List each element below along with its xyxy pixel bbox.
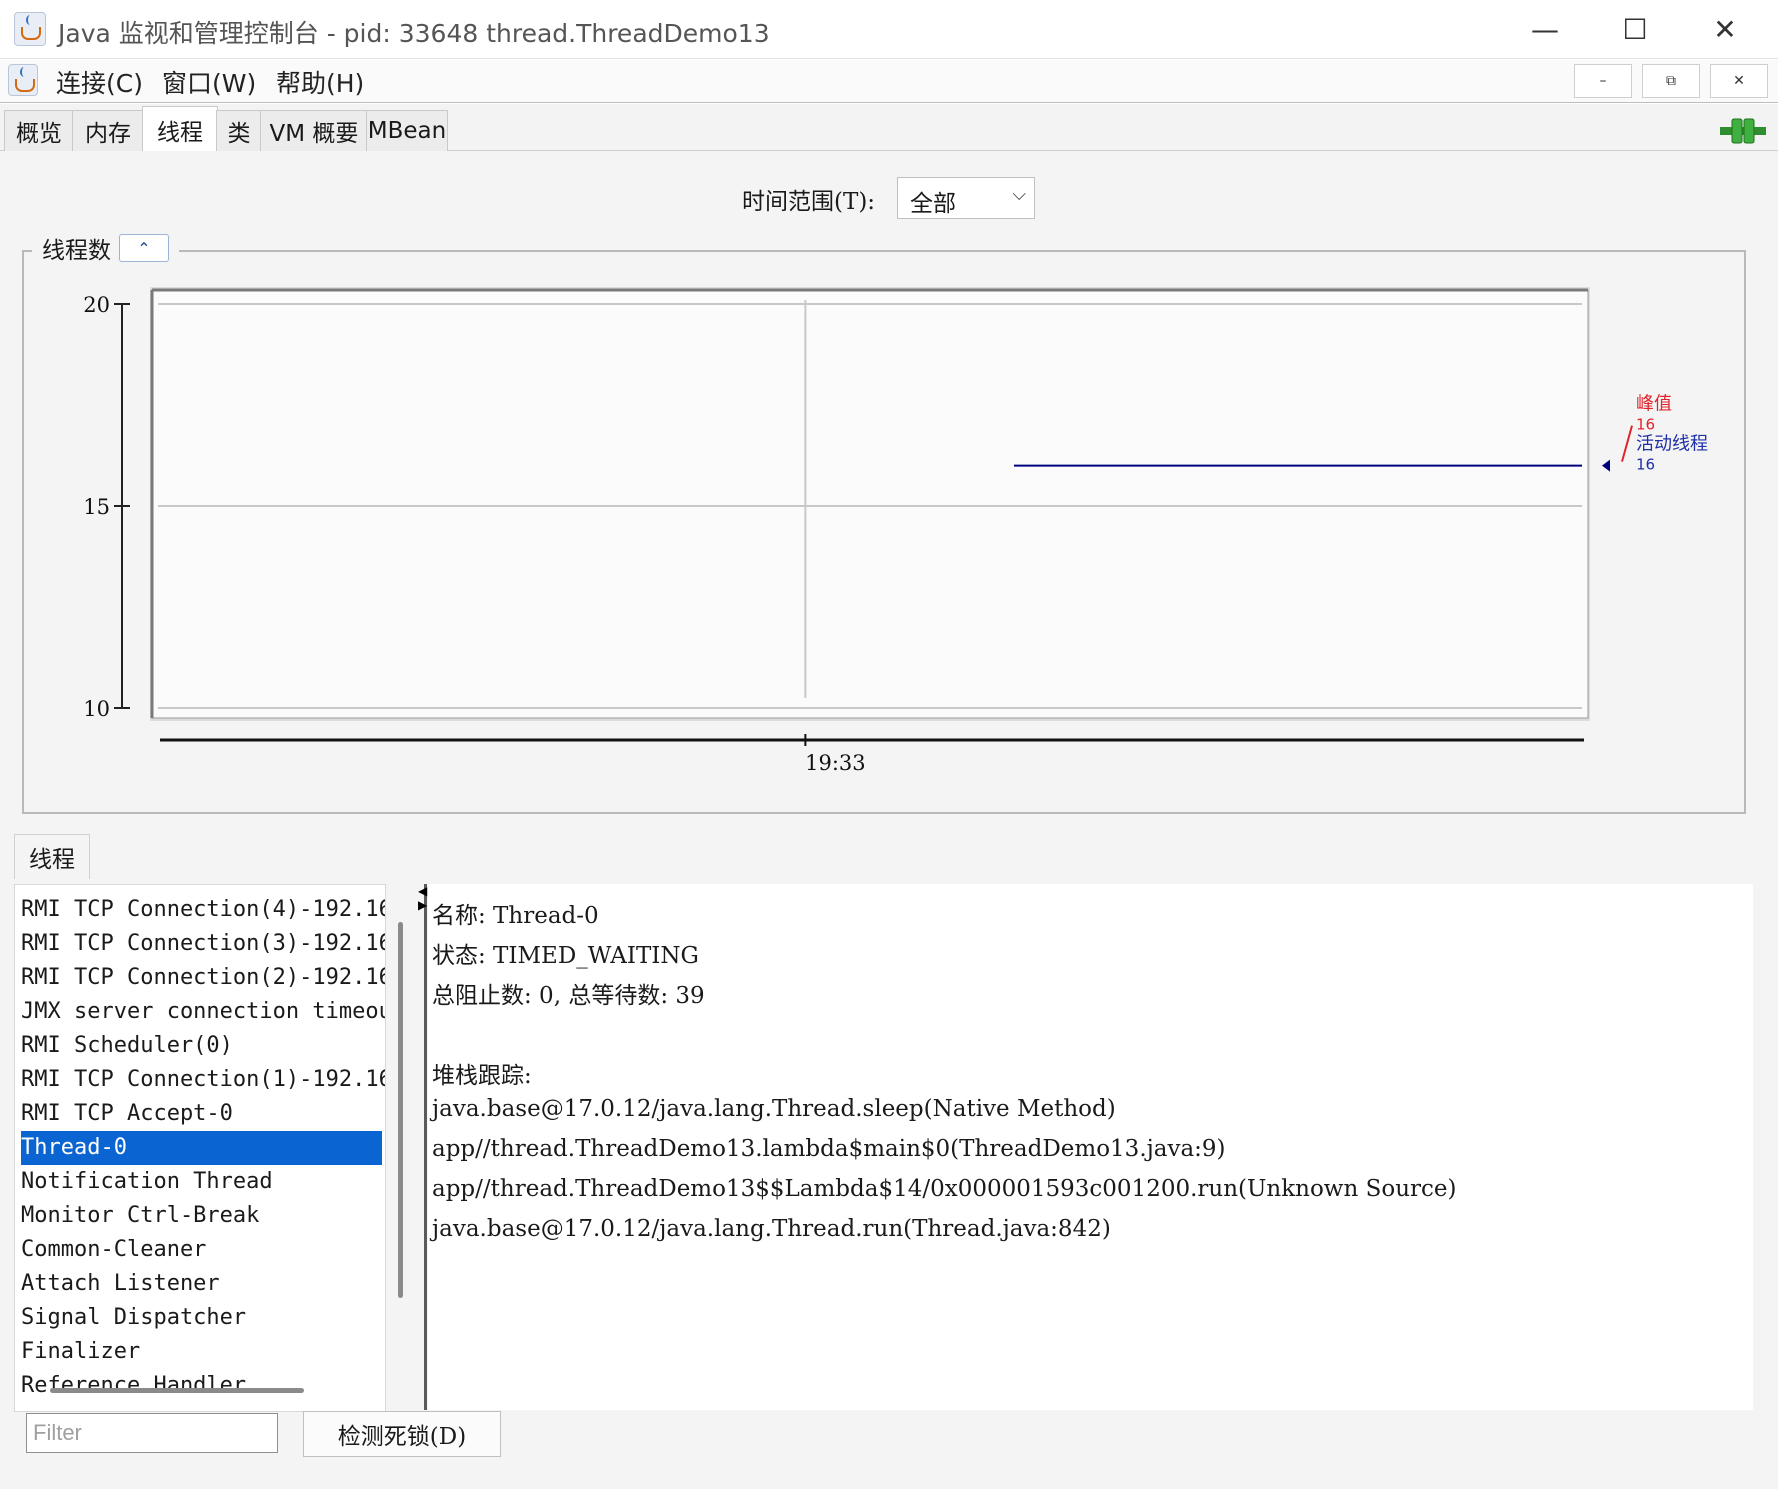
detect-deadlock-button[interactable]: 检测死锁(D) [303,1411,501,1457]
legend-active-label: 活动线程 [1636,434,1708,455]
thread-list-item[interactable]: Notification Thread [21,1165,381,1199]
divider-arrows-icon[interactable]: ◀ ▶ [418,884,427,912]
thread-list-item[interactable]: RMI TCP Connection(4)-192.168. [21,893,385,927]
tab-overview[interactable]: 概览 [4,110,74,151]
window-maximize-button[interactable]: ☐ [1600,0,1670,58]
mdi-restore-button[interactable]: ⧉ [1642,64,1700,98]
time-range-value: 全部 [910,191,956,217]
peak-marker [1621,425,1633,462]
chart-title: 线程数 [42,238,111,264]
thread-list-horizontal-scrollbar[interactable] [50,1388,304,1393]
java-menu-icon[interactable] [8,64,38,96]
stack-trace-title: 堆栈跟踪: [432,1063,532,1089]
thread-list-item[interactable]: Attach Listener [21,1267,381,1301]
thread-list-item[interactable]: Thread-0 [21,1131,382,1165]
time-range-label: 时间范围(T): [742,189,876,215]
stack-frame: app//thread.ThreadDemo13$$Lambda$14/0x00… [432,1176,1457,1202]
tab-threads[interactable]: 线程 [142,106,218,152]
tab-mbean[interactable]: MBean [366,110,448,151]
menu-help[interactable]: 帮助(H) [276,64,364,100]
y-tick-label: 20 [83,293,110,317]
thread-list-item[interactable]: Signal Dispatcher [21,1301,381,1335]
tab-classes[interactable]: 类 [216,110,262,151]
time-range-select[interactable]: 全部 ⌵ [897,177,1035,219]
thread-count-panel-header: 线程数 ⌃ [32,231,179,265]
stack-frame: java.base@17.0.12/java.lang.Thread.sleep… [432,1096,1116,1122]
menu-bar [0,60,1778,103]
tab-vm-summary[interactable]: VM 概要 [260,110,368,151]
menu-connect[interactable]: 连接(C) [56,64,143,100]
chevron-down-icon: ⌵ [1012,184,1026,205]
window-title: Java 监视和管理控制台 - pid: 33648 thread.Thread… [58,19,770,48]
thread-counts: 总阻止数: 0, 总等待数: 39 [432,983,705,1009]
thread-count-chart: 10152019:33峰值16活动线程16 [83,287,1708,775]
thread-list-item[interactable]: RMI TCP Accept-0 [21,1097,381,1131]
mdi-close-button[interactable]: ✕ [1710,64,1768,98]
thread-list-item[interactable]: RMI TCP Connection(3)-192.168. [21,927,385,961]
tab-memory[interactable]: 内存 [72,110,144,151]
collapse-chevron-icon[interactable]: ⌃ [119,234,169,262]
thread-list[interactable]: RMI TCP Connection(4)-192.168. RMI TCP Co… [14,884,386,1412]
java-app-icon [14,12,46,46]
stack-frame: app//thread.ThreadDemo13.lambda$main$0(T… [432,1136,1226,1162]
thread-list-vertical-scrollbar[interactable] [398,922,403,1298]
menu-window[interactable]: 窗口(W) [162,64,256,100]
active-threads-marker [1602,459,1610,472]
legend-active-value: 16 [1636,456,1655,474]
window-close-button[interactable]: ✕ [1690,0,1760,58]
thread-list-item[interactable]: Common-Cleaner [21,1233,381,1267]
thread-list-item[interactable]: RMI TCP Connection(1)-192.168. [21,1063,385,1097]
split-pane-divider[interactable] [424,884,427,1410]
y-tick-label: 10 [83,697,110,721]
thread-list-item[interactable]: Finalizer [21,1335,381,1369]
x-tick-label: 19:33 [805,751,866,775]
plot-area [151,289,1589,719]
connection-status-icon[interactable] [1720,116,1766,146]
legend-peak-label: 峰值 [1636,394,1672,415]
thread-list-item[interactable]: RMI Scheduler(0) [21,1029,381,1063]
mdi-minimize-button[interactable]: – [1574,64,1632,98]
tab-threads-list[interactable]: 线程 [14,834,90,879]
window-minimize-button[interactable]: — [1510,0,1580,58]
thread-list-item[interactable]: Reference Handler [21,1369,381,1403]
y-tick-label: 15 [83,495,110,519]
thread-name: 名称: Thread-0 [432,903,599,929]
thread-list-item[interactable]: RMI TCP Connection(2)-192.168. [21,961,385,995]
thread-list-item[interactable]: Monitor Ctrl-Break [21,1199,381,1233]
filter-input[interactable] [26,1413,278,1453]
legend-peak-value: 16 [1636,416,1655,434]
stack-frame: java.base@17.0.12/java.lang.Thread.run(T… [432,1216,1111,1242]
thread-list-item[interactable]: JMX server connection timeout [21,995,385,1029]
thread-state: 状态: TIMED_WAITING [432,943,699,969]
thread-detail-pane: 名称: Thread-0 状态: TIMED_WAITING 总阻止数: 0, … [428,884,1753,1410]
